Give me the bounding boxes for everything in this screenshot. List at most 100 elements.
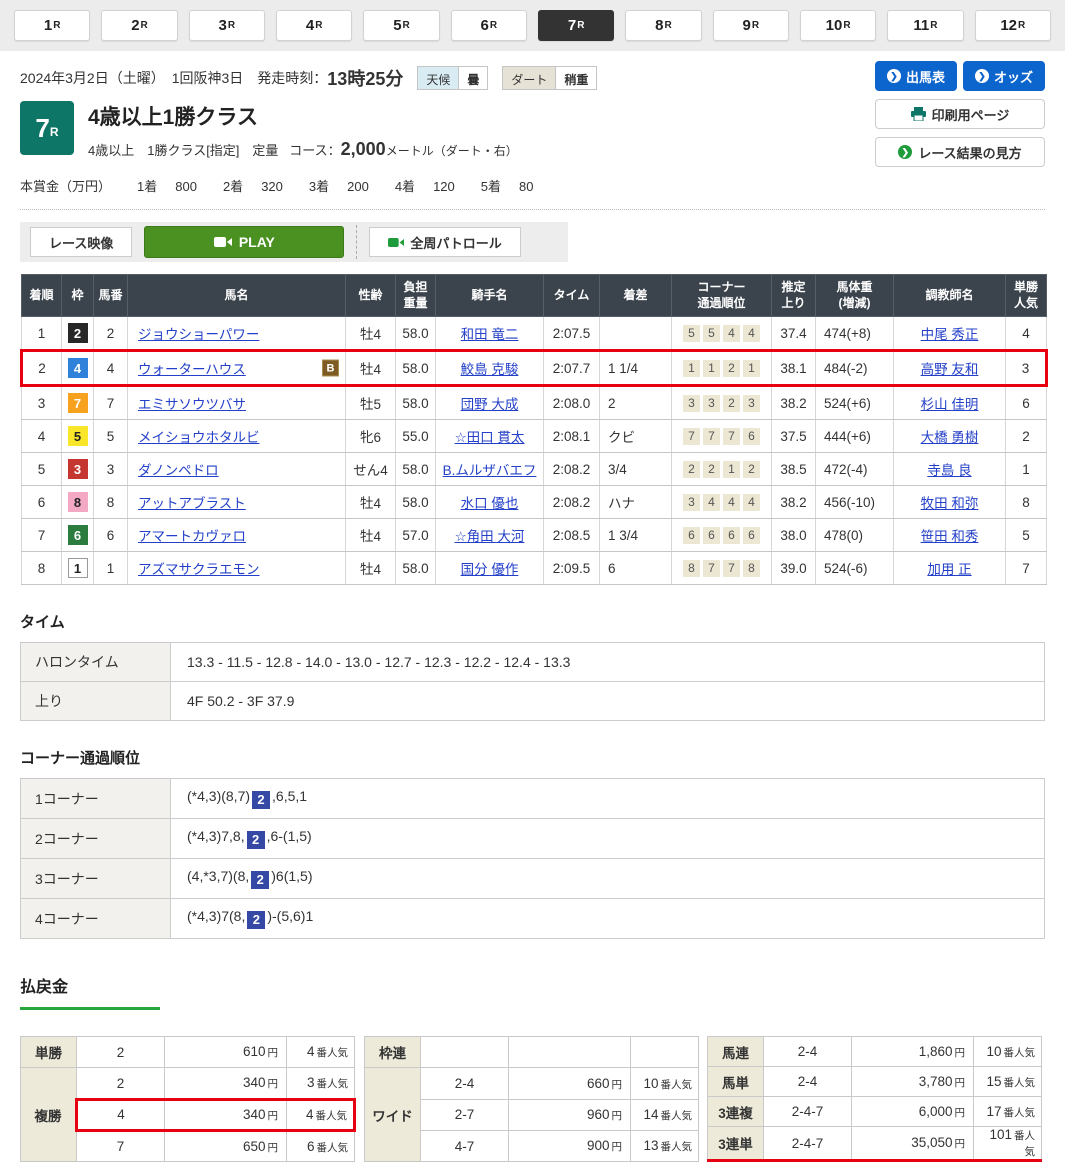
print-page-button[interactable]: 印刷用ページ	[875, 99, 1045, 129]
frame-number-badge: 3	[68, 459, 88, 479]
corner-positions-cell: 3444	[672, 486, 772, 519]
horse-name-link[interactable]: アマートカヴァロ	[138, 529, 246, 544]
how-to-read-button[interactable]: ❯ レース結果の見方	[875, 137, 1045, 167]
jockey-name-link[interactable]: ☆角田 大河	[455, 529, 525, 544]
corner-position: 5	[703, 325, 720, 342]
trainer-cell: 杉山 佳明	[894, 386, 1006, 420]
horse-weight: 474(+8)	[816, 317, 894, 351]
race-tab-4r[interactable]: 4R	[276, 10, 352, 41]
yen-unit: 円	[955, 1107, 966, 1119]
race-tab-1r[interactable]: 1R	[14, 10, 90, 41]
frame-cell: 2	[62, 317, 94, 351]
corner-positions-cell: 5544	[672, 317, 772, 351]
race-tab-number: 10	[826, 17, 843, 34]
result-row: 122ジョウショーパワー牡458.0和田 竜二2:07.5554437.4474…	[22, 317, 1047, 351]
finish-position: 3	[22, 386, 62, 420]
trainer-name-link[interactable]: 牧田 和弥	[921, 496, 979, 511]
race-title: 4歳以上1勝クラス	[88, 101, 518, 131]
results-column-header: 負担 重量	[396, 275, 436, 317]
horse-name-link[interactable]: アットアブラスト	[138, 496, 246, 511]
finish-position: 1	[22, 317, 62, 351]
patrol-video-button[interactable]: 全周パトロール	[369, 227, 520, 257]
sex-age: 牝6	[346, 420, 396, 453]
payout-amount: 340円	[165, 1099, 287, 1130]
horse-name-link[interactable]: ダノンペドロ	[138, 463, 219, 478]
trainer-name-link[interactable]: 加用 正	[927, 562, 971, 577]
bet-type-label: ワイド	[365, 1068, 421, 1162]
race-tab-2r[interactable]: 2R	[101, 10, 177, 41]
payout-popularity: 14番人気	[631, 1099, 699, 1130]
payout-popularity: 4番人気	[287, 1037, 355, 1068]
trainer-name-link[interactable]: 寺島 良	[927, 463, 971, 478]
frame-number-badge: 1	[68, 558, 88, 578]
race-tab-7r[interactable]: 7R	[538, 10, 614, 41]
payout-amount: 900円	[509, 1130, 631, 1161]
last-3f-time: 38.1	[772, 351, 816, 386]
corner-section-title: コーナー通過順位	[20, 747, 1045, 768]
race-tab-9r[interactable]: 9R	[713, 10, 789, 41]
popularity-unit: 番人気	[316, 1110, 348, 1122]
race-tab-12r[interactable]: 12R	[975, 10, 1051, 41]
payout-amount: 660円	[509, 1068, 631, 1099]
horse-name-link[interactable]: エミサソウツバサ	[138, 397, 246, 412]
jockey-cell: 団野 大成	[436, 386, 544, 420]
horse-name-link[interactable]: アズマサクラエモン	[138, 562, 260, 577]
jockey-cell: 鮫島 克駿	[436, 351, 544, 386]
race-tab-8r[interactable]: 8R	[625, 10, 701, 41]
race-tab-6r[interactable]: 6R	[451, 10, 527, 41]
payout-combination: 2-4	[764, 1037, 852, 1067]
race-tab-10r[interactable]: 10R	[800, 10, 876, 41]
last-3f-time: 37.4	[772, 317, 816, 351]
payout-table: 単勝2610円4番人気複勝2340円3番人気4340円4番人気7650円6番人気	[20, 1036, 356, 1162]
jockey-name-link[interactable]: 和田 竜二	[461, 327, 519, 342]
results-column-header: コーナー 通過順位	[672, 275, 772, 317]
play-button[interactable]: PLAY	[144, 226, 344, 258]
trainer-name-link[interactable]: 中尾 秀正	[921, 327, 979, 342]
horse-name-cell: アマートカヴァロ	[128, 519, 346, 552]
race-video-button[interactable]: レース映像	[30, 227, 132, 257]
finish-time: 2:08.0	[544, 386, 600, 420]
jockey-name-link[interactable]: 鮫島 克駿	[461, 362, 519, 377]
trainer-name-link[interactable]: 杉山 佳明	[921, 397, 979, 412]
horse-weight: 444(+6)	[816, 420, 894, 453]
entry-table-button[interactable]: ❯ 出馬表	[875, 61, 957, 91]
horse-name-link[interactable]: ジョウショーパワー	[138, 327, 259, 342]
jockey-name-link[interactable]: 水口 優也	[461, 496, 519, 511]
payout-row: 馬単2-43,780円15番人気	[708, 1067, 1042, 1097]
last-3f-time: 37.5	[772, 420, 816, 453]
results-column-header: 馬名	[128, 275, 346, 317]
corner-position: 2	[723, 395, 740, 412]
odds-button[interactable]: ❯ オッズ	[963, 61, 1045, 91]
bet-type-label: 単勝	[21, 1037, 77, 1068]
jockey-name-link[interactable]: ☆田口 貫太	[455, 430, 525, 445]
horse-name-link[interactable]: ウォーターハウス	[138, 362, 246, 377]
jockey-name-link[interactable]: 団野 大成	[461, 397, 519, 412]
sex-age: 牡4	[346, 552, 396, 585]
popularity-unit: 番人気	[1014, 1130, 1035, 1158]
race-tab-3r[interactable]: 3R	[189, 10, 265, 41]
corner-position: 2	[723, 360, 740, 377]
horse-name-link[interactable]: メイショウホタルビ	[138, 430, 260, 445]
race-tab-11r[interactable]: 11R	[887, 10, 963, 41]
results-column-header: 着順	[22, 275, 62, 317]
trainer-name-link[interactable]: 大橋 勇樹	[921, 430, 979, 445]
winner-number-mark: 2	[247, 831, 265, 849]
payout-row: 単勝2610円4番人気	[21, 1037, 355, 1068]
race-tab-5r[interactable]: 5R	[363, 10, 439, 41]
corner-order-row: 1コーナー(*4,3)(8,7)2,6,5,1	[21, 779, 1045, 819]
corner-position: 7	[683, 428, 700, 445]
payout-amount: 340円	[165, 1068, 287, 1099]
corner-position: 2	[743, 461, 760, 478]
jockey-name-link[interactable]: 国分 優作	[461, 562, 519, 577]
prize-place: 4着	[395, 179, 415, 194]
trainer-name-link[interactable]: 笹田 和秀	[921, 529, 979, 544]
payout-amount: 35,050円	[852, 1127, 974, 1161]
horse-weight: 456(-10)	[816, 486, 894, 519]
jockey-name-link[interactable]: B.ムルザバエフ	[443, 463, 537, 478]
corner-positions-cell: 6666	[672, 519, 772, 552]
video-camera-icon	[214, 236, 232, 248]
trainer-name-link[interactable]: 高野 友和	[921, 362, 979, 377]
yen-unit: 円	[612, 1110, 623, 1122]
weather-label: 天候	[418, 67, 459, 89]
horse-number: 6	[94, 519, 128, 552]
